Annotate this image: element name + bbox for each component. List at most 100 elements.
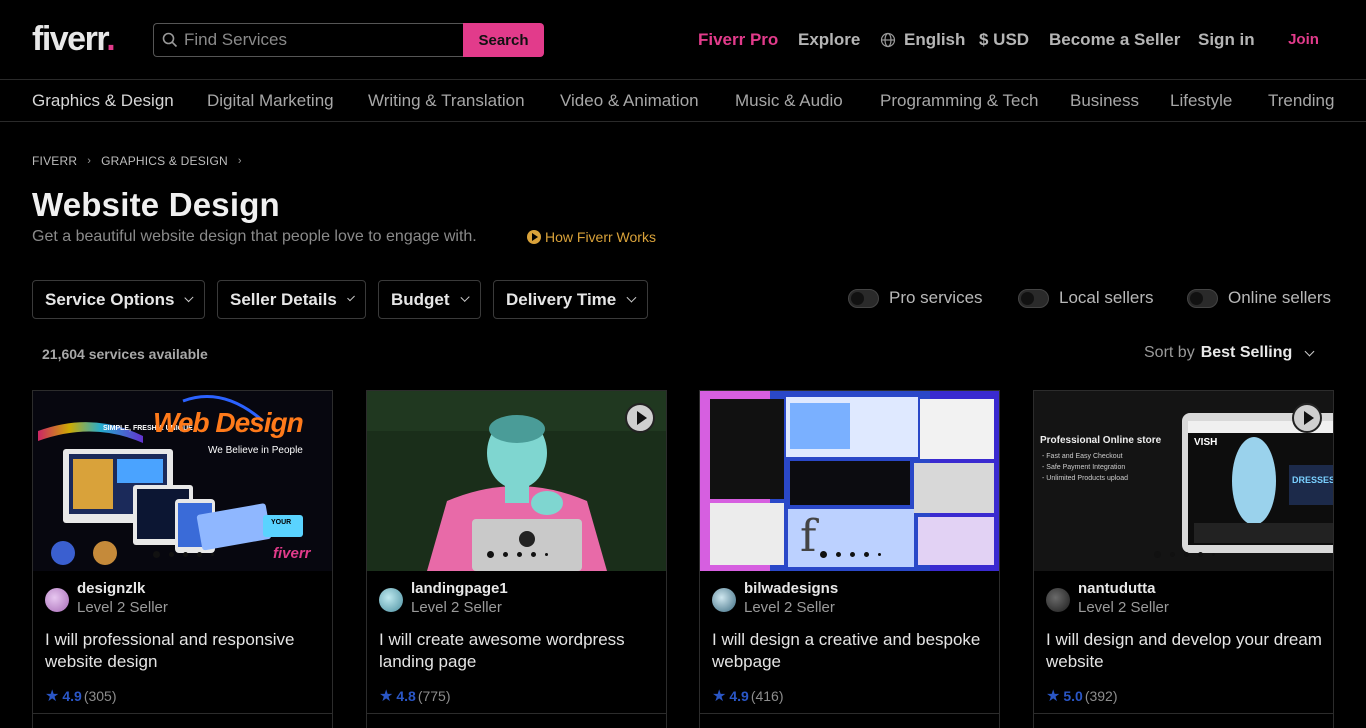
rating-value: 5.0 [1063, 688, 1083, 704]
seller-info[interactable]: bilwadesigns Level 2 Seller [712, 579, 838, 617]
sort-dropdown[interactable]: Sort by Best Selling [1144, 344, 1315, 362]
toggle-switch[interactable] [1018, 288, 1049, 308]
seller-name[interactable]: landingpage1 [411, 579, 508, 598]
toggle-switch[interactable] [848, 288, 879, 308]
logo-text: fiverr [32, 20, 108, 58]
nav-become-seller[interactable]: Become a Seller [1049, 28, 1180, 52]
search-input[interactable] [184, 30, 444, 50]
category-business[interactable]: Business [1070, 91, 1139, 111]
play-video-icon[interactable] [625, 403, 655, 433]
thumb-store-name: VISH [1194, 437, 1218, 448]
join-button[interactable]: Join [1276, 23, 1331, 55]
rating-value: 4.9 [62, 688, 82, 704]
toggle-label: Local sellers [1059, 288, 1154, 307]
filter-budget[interactable]: Budget [378, 280, 481, 319]
seller-avatar[interactable] [45, 588, 69, 612]
seller-avatar[interactable] [379, 588, 403, 612]
card-footer-divider [1034, 713, 1333, 714]
gig-thumbnail[interactable] [367, 391, 666, 571]
card-footer-divider [33, 713, 332, 714]
gig-title[interactable]: I will professional and responsive websi… [45, 629, 323, 673]
seller-level: Level 2 Seller [411, 599, 502, 616]
breadcrumb-graphics-design[interactable]: GRAPHICS & DESIGN [101, 154, 228, 168]
gig-title[interactable]: I will design a creative and bespoke web… [712, 629, 990, 673]
seller-info[interactable]: nantudutta Level 2 Seller [1046, 579, 1169, 617]
search-bar: Search [153, 23, 544, 57]
gig-thumbnail[interactable]: f [700, 391, 999, 571]
toggle-pro-services[interactable]: Pro services [848, 288, 983, 308]
gig-title[interactable]: I will create awesome wordpress landing … [379, 629, 657, 673]
seller-level: Level 2 Seller [744, 599, 835, 616]
carousel-dots[interactable] [367, 551, 666, 558]
rating-value: 4.8 [396, 688, 416, 704]
category-menu: Graphics & Design Digital Marketing Writ… [0, 81, 1366, 122]
category-trending[interactable]: Trending [1268, 91, 1334, 111]
chevron-right-icon: › [87, 155, 92, 167]
filter-label: Seller Details [230, 289, 337, 309]
review-count: (416) [750, 688, 784, 704]
seller-name[interactable]: nantudutta [1078, 579, 1169, 598]
nav-fiverr-pro[interactable]: Fiverr Pro [698, 28, 778, 52]
gig-thumbnail[interactable]: SIMPLE, FRESH & UNIQUE Web Design We Bel… [33, 391, 332, 571]
thumb-point: - Safe Payment Integration [1042, 464, 1126, 471]
seller-name[interactable]: bilwadesigns [744, 579, 838, 598]
seller-level: Level 2 Seller [77, 599, 168, 616]
seller-avatar[interactable] [1046, 588, 1070, 612]
category-lifestyle[interactable]: Lifestyle [1170, 91, 1232, 111]
category-video-animation[interactable]: Video & Animation [560, 91, 699, 111]
star-icon: ★ [379, 688, 394, 705]
gig-rating: ★ 5.0 (392) [1046, 686, 1118, 706]
nav-sign-in[interactable]: Sign in [1198, 28, 1255, 52]
toggle-local-sellers[interactable]: Local sellers [1018, 288, 1154, 308]
nav-explore[interactable]: Explore [798, 28, 860, 52]
nav-currency-label: $ USD [979, 30, 1030, 49]
carousel-dots[interactable] [700, 551, 999, 558]
breadcrumb: FIVERR › GRAPHICS & DESIGN › [32, 154, 252, 168]
gig-title[interactable]: I will design and develop your dream web… [1046, 629, 1324, 673]
gig-card[interactable]: Professional Online store - Fast and Eas… [1033, 390, 1334, 728]
services-count: 21,604 services available [42, 346, 208, 362]
gig-card[interactable]: SIMPLE, FRESH & UNIQUE Web Design We Bel… [32, 390, 333, 728]
filter-label: Delivery Time [506, 289, 617, 309]
webpage-collage-artwork: f [700, 391, 999, 571]
card-footer-divider [700, 713, 999, 714]
toggle-switch[interactable] [1187, 288, 1218, 308]
carousel-dots[interactable] [33, 551, 332, 558]
gig-thumbnail[interactable]: Professional Online store - Fast and Eas… [1034, 391, 1333, 571]
rating-value: 4.9 [729, 688, 749, 704]
top-header: fiverr. Search Fiverr Pro Explore Englis… [0, 0, 1366, 80]
gig-card[interactable]: landingpage1 Level 2 Seller I will creat… [366, 390, 667, 728]
filter-seller-details[interactable]: Seller Details [217, 280, 366, 319]
star-icon: ★ [45, 688, 60, 705]
search-button[interactable]: Search [463, 23, 544, 57]
nav-explore-label: Explore [798, 30, 861, 49]
thumb-heading: Professional Online store [1040, 435, 1162, 446]
seller-info[interactable]: designzlk Level 2 Seller [45, 579, 168, 617]
nav-language[interactable]: English [880, 28, 965, 52]
nav-become-seller-label: Become a Seller [1049, 30, 1181, 49]
seller-avatar[interactable] [712, 588, 736, 612]
gig-card[interactable]: f bilwadesigns Level 2 Seller I will des… [699, 390, 1000, 728]
seller-level: Level 2 Seller [1078, 599, 1169, 616]
play-video-icon[interactable] [1292, 403, 1322, 433]
filter-service-options[interactable]: Service Options [32, 280, 205, 319]
category-digital-marketing[interactable]: Digital Marketing [207, 91, 334, 111]
category-graphics-design[interactable]: Graphics & Design [32, 91, 174, 111]
category-writing-translation[interactable]: Writing & Translation [368, 91, 525, 111]
breadcrumb-fiverr[interactable]: FIVERR [32, 154, 77, 168]
join-button-label: Join [1288, 30, 1319, 48]
carousel-dots[interactable] [1034, 551, 1333, 558]
globe-icon [880, 32, 896, 48]
how-fiverr-works-link[interactable]: How Fiverr Works [527, 229, 656, 245]
toggle-online-sellers[interactable]: Online sellers [1187, 288, 1331, 308]
seller-name[interactable]: designzlk [77, 579, 168, 598]
category-music-audio[interactable]: Music & Audio [735, 91, 843, 111]
gig-rating: ★ 4.9 (416) [712, 686, 784, 706]
thumb-point: - Unlimited Products upload [1042, 475, 1128, 482]
fiverr-logo[interactable]: fiverr. [32, 20, 116, 58]
filter-delivery-time[interactable]: Delivery Time [493, 280, 648, 319]
nav-currency[interactable]: $ USD [979, 28, 1029, 52]
gig-rating: ★ 4.8 (775) [379, 686, 451, 706]
category-programming-tech[interactable]: Programming & Tech [880, 91, 1038, 111]
seller-info[interactable]: landingpage1 Level 2 Seller [379, 579, 508, 617]
